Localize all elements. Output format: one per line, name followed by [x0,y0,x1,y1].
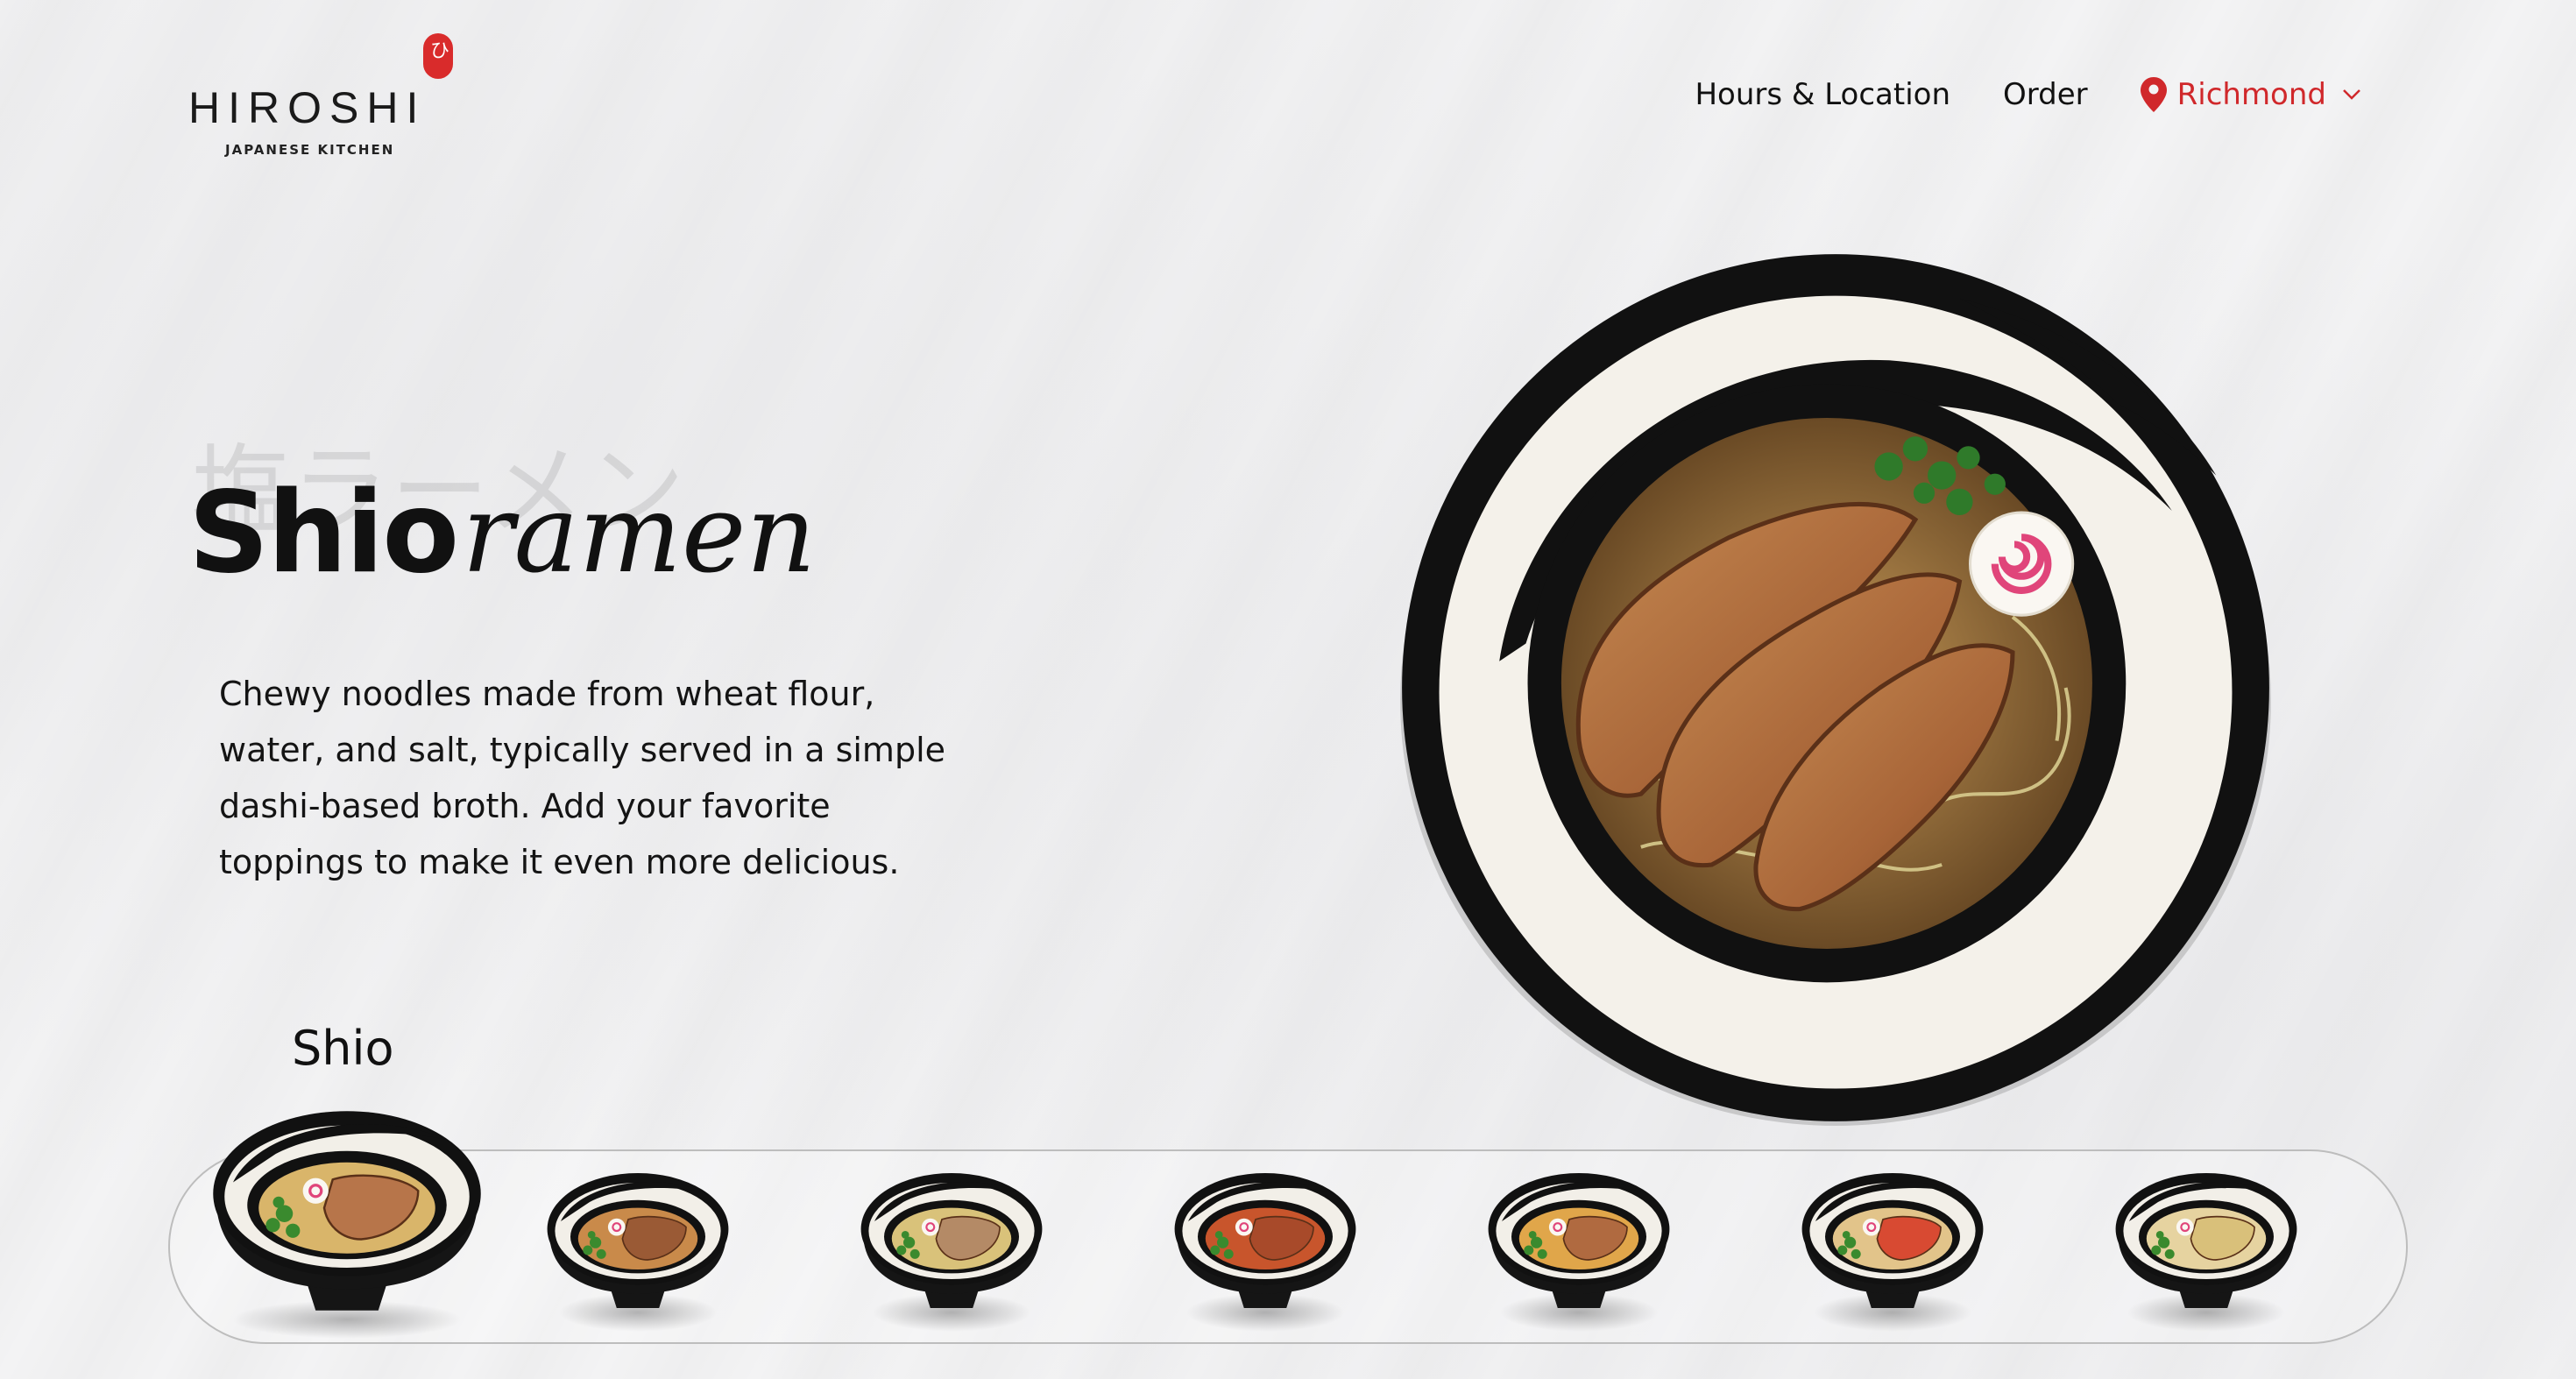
ramen-thumbnail[interactable] [1793,1163,1992,1318]
hero-ramen-bowl-image [1400,254,2271,1126]
chevron-down-icon [2343,89,2360,100]
title-bold: Shio [188,468,459,598]
page-title: Shio ramen [188,477,816,590]
title-italic: ramen [462,471,817,598]
selected-ramen-label: Shio [292,1021,394,1076]
location-selector[interactable]: Richmond [2140,77,2361,112]
ramen-thumbnail[interactable] [2106,1163,2306,1318]
map-pin-icon [2140,77,2167,112]
top-nav: Hours & Location Order Richmond [1695,77,2361,112]
brand-name: HIROSHI [188,83,427,132]
nav-order[interactable]: Order [2003,77,2088,112]
brand-logo[interactable]: ひ HIROSHI JAPANESE KITCHEN [188,33,453,165]
logo-badge-icon: ひ [423,33,453,79]
nav-hours-location[interactable]: Hours & Location [1695,77,1950,112]
dish-description: Chewy noodles made from wheat flour, wat… [219,675,946,881]
brand-subtitle: JAPANESE KITCHEN [225,142,395,158]
ramen-thumbnail[interactable] [1165,1163,1365,1318]
location-label: Richmond [2176,77,2326,112]
ramen-thumbnail[interactable] [1479,1163,1679,1318]
ramen-thumbnail[interactable] [538,1163,738,1318]
ramen-thumbnail[interactable] [852,1163,1051,1318]
ramen-thumbnail[interactable] [202,1097,492,1325]
